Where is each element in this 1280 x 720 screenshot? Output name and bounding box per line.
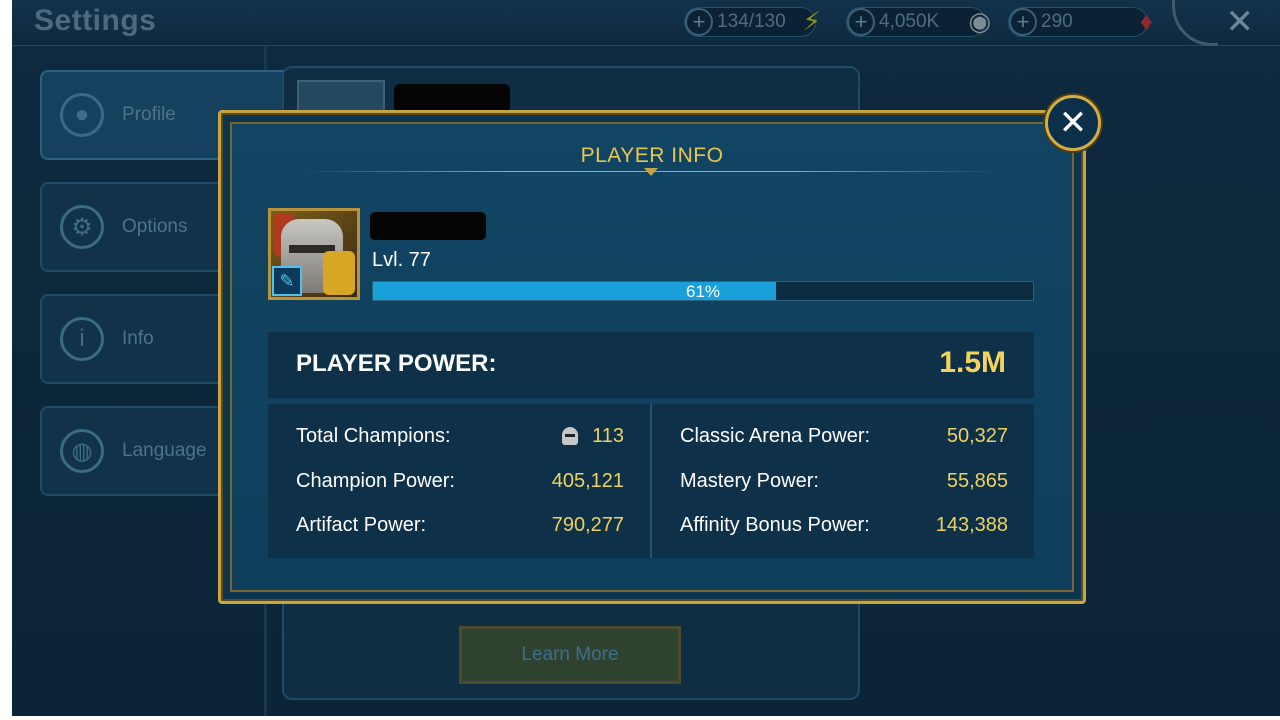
- mastery-power-value: 55,865: [946, 470, 1008, 492]
- page-title: Settings: [34, 4, 157, 37]
- learn-more-button[interactable]: Learn More: [459, 626, 681, 684]
- modal-title: PLAYER INFO: [580, 144, 724, 167]
- champion-power-value: 405,121: [551, 470, 624, 492]
- add-energy-button[interactable]: +: [685, 8, 713, 36]
- xp-percent: 61%: [685, 282, 721, 301]
- energy-icon: ⚡: [802, 6, 821, 36]
- top-bar: Settings + 134/130 ⚡ + 4,050K ◉ + 290 ♦ …: [12, 0, 1280, 46]
- person-icon: ●: [60, 93, 104, 137]
- close-icon: ✕: [1058, 104, 1088, 142]
- mastery-power-label: Mastery Power:: [680, 470, 819, 492]
- energy-value: 134/130: [717, 11, 786, 32]
- gear-icon: ⚙: [60, 205, 104, 249]
- close-modal-button[interactable]: ✕: [1045, 95, 1101, 151]
- player-level: Lvl. 77: [372, 249, 431, 271]
- info-icon: i: [60, 317, 104, 361]
- total-champions-value: 113: [592, 425, 624, 447]
- energy-resource[interactable]: + 134/130 ⚡: [684, 6, 821, 37]
- champion-power-label: Champion Power:: [296, 470, 455, 492]
- gem-resource[interactable]: + 290 ♦: [1008, 6, 1153, 37]
- artifact-power-label: Artifact Power:: [296, 514, 427, 536]
- player-name-redacted: [370, 212, 486, 240]
- sidebar-item-label: Profile: [122, 104, 176, 125]
- artifact-power-value: 790,277: [551, 514, 624, 536]
- sidebar-item-label: Language: [122, 440, 207, 461]
- sidebar-item-label: Info: [122, 328, 154, 349]
- silver-coin-icon: ◉: [968, 6, 991, 36]
- silver-value: 4,050K: [879, 11, 940, 32]
- add-gems-button[interactable]: +: [1009, 8, 1037, 36]
- close-icon[interactable]: ✕: [1226, 2, 1255, 42]
- classic-arena-power-label: Classic Arena Power:: [680, 425, 871, 447]
- title-notch-ornament: [644, 168, 658, 178]
- globe-icon: ◍: [60, 429, 104, 473]
- gem-value: 290: [1041, 11, 1073, 32]
- affinity-bonus-power-label: Affinity Bonus Power:: [680, 514, 870, 536]
- stats-divider: [650, 404, 652, 558]
- sidebar-item-label: Options: [122, 216, 188, 237]
- xp-progress-bar: 61%: [372, 281, 1034, 301]
- avatar-shoulder: [323, 251, 355, 295]
- edit-avatar-icon[interactable]: ✎: [272, 266, 302, 296]
- silver-resource[interactable]: + 4,050K ◉: [846, 6, 991, 37]
- affinity-bonus-power-value: 143,388: [935, 514, 1008, 536]
- player-power-label: PLAYER POWER:: [296, 350, 497, 377]
- add-silver-button[interactable]: +: [847, 8, 875, 36]
- classic-arena-power-value: 50,327: [946, 425, 1008, 447]
- gem-icon: ♦: [1139, 6, 1153, 36]
- player-power-value: 1.5M: [939, 346, 1006, 379]
- total-champions-label: Total Champions:: [296, 425, 451, 447]
- corner-ornament: [1172, 0, 1218, 46]
